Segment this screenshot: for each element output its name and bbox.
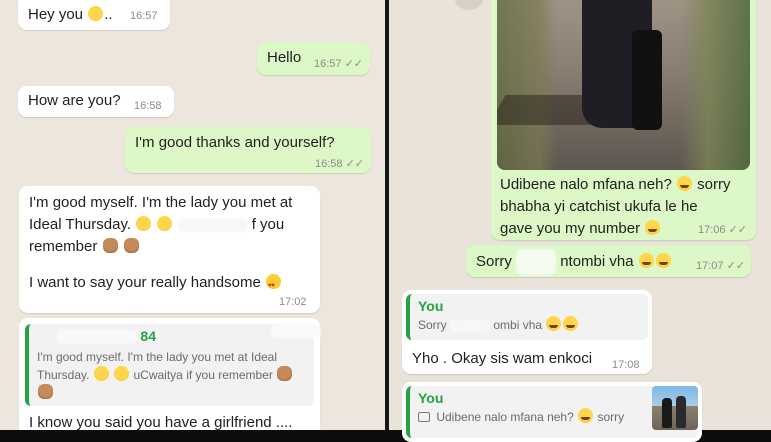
shared-photo[interactable] bbox=[497, 0, 750, 170]
quote-line: uCwaitya if you remember bbox=[133, 368, 273, 383]
message-line: I'm good myself. I'm the lady you met at bbox=[29, 194, 293, 211]
redacted-text bbox=[177, 218, 248, 233]
message-bubble-incoming[interactable]: How are you? 16:58 bbox=[18, 86, 174, 117]
message-bubble-reply[interactable]: 84 I'm good myself. I'm the lady you met… bbox=[19, 318, 321, 430]
message-time: 16:58 bbox=[315, 158, 343, 170]
message-text: Yho . Okay sis wam enkoci bbox=[412, 350, 593, 367]
laughing-tears-icon bbox=[578, 408, 594, 423]
quote-thumbnail bbox=[652, 386, 698, 430]
message-text: I know you said you have a girlfriend ..… bbox=[29, 414, 293, 430]
message-time: 16:58 bbox=[134, 100, 162, 112]
message-text: I'm good thanks and yourself? bbox=[135, 134, 335, 151]
image-caption: Udibene nalo mfana neh? bbox=[500, 176, 672, 193]
message-bubble-outgoing[interactable]: I'm good thanks and yourself? 16:58 ✓✓ bbox=[125, 127, 371, 173]
double-check-icon: ✓✓ bbox=[344, 58, 364, 70]
quote-sender: You bbox=[418, 390, 444, 406]
double-check-icon: ✓✓ bbox=[728, 224, 748, 236]
laughing-tears-icon bbox=[638, 252, 654, 268]
image-caption: gave you my number bbox=[500, 220, 641, 237]
message-bubble-outgoing[interactable]: Sorry ntombi vha 17:07 ✓✓ bbox=[466, 245, 751, 277]
monkey-see-no-evil-icon bbox=[277, 366, 293, 382]
message-text: Hey you bbox=[28, 6, 84, 23]
pleading-face-icon bbox=[136, 216, 152, 231]
quote-line: I'm good myself. I'm the lady you met at… bbox=[37, 350, 278, 365]
message-bubble-incoming[interactable]: Hey you .. 16:57 bbox=[18, 0, 170, 30]
image-caption: sorry bbox=[697, 176, 731, 193]
message-time: 17:06 bbox=[698, 224, 726, 236]
quote-sender: 84 bbox=[140, 328, 156, 344]
redacted-text bbox=[450, 319, 491, 332]
message-time: 16:57 bbox=[314, 58, 342, 70]
redacted-name bbox=[56, 330, 137, 345]
laughing-tears-icon bbox=[655, 252, 671, 268]
monkey-see-no-evil-icon bbox=[123, 238, 139, 253]
laughing-tears-icon bbox=[676, 176, 692, 191]
pleading-face-icon bbox=[157, 216, 173, 231]
redacted-text bbox=[516, 249, 557, 275]
quoted-message[interactable]: 84 I'm good myself. I'm the lady you met… bbox=[25, 324, 314, 406]
message-text: Sorry bbox=[476, 252, 512, 270]
camera-icon bbox=[418, 412, 430, 422]
laughing-tears-icon bbox=[645, 220, 661, 235]
pleading-face-icon bbox=[93, 366, 109, 382]
quote-text: Sorry bbox=[418, 318, 447, 332]
message-bubble-outgoing[interactable]: Hello 16:57 ✓✓ bbox=[257, 42, 370, 75]
image-caption: bhabha yi catchist ukufa le he bbox=[500, 198, 698, 215]
quote-text: Udibene nalo mfana neh? bbox=[436, 410, 574, 424]
quote-line: Thursday. bbox=[37, 368, 90, 383]
laughing-tears-icon bbox=[546, 316, 562, 331]
double-check-icon: ✓✓ bbox=[345, 158, 365, 170]
monkey-see-no-evil-icon bbox=[102, 238, 118, 253]
quote-text: ombi vha bbox=[493, 318, 543, 332]
message-line: f you bbox=[251, 216, 285, 233]
laughing-tears-icon bbox=[563, 316, 579, 331]
redacted-text bbox=[271, 324, 321, 338]
quoted-message[interactable]: You Sorry ombi vha bbox=[406, 294, 648, 340]
message-time: 17:07 bbox=[696, 260, 724, 272]
message-line: Ideal Thursday. bbox=[29, 216, 132, 233]
message-text-suffix: .. bbox=[104, 6, 113, 23]
monkey-see-no-evil-icon bbox=[38, 384, 53, 400]
pleading-face-icon bbox=[114, 366, 130, 382]
quote-text: sorry bbox=[597, 410, 625, 424]
left-chat-panel: Hey you .. 16:57 Hello 16:57 ✓✓ How are … bbox=[0, 0, 385, 430]
message-bubble-incoming[interactable]: I'm good myself. I'm the lady you met at… bbox=[19, 186, 320, 313]
heart-eyes-icon bbox=[265, 274, 281, 297]
message-time: 17:08 bbox=[612, 359, 640, 371]
message-time: 17:02 bbox=[279, 296, 307, 308]
message-line: I want to say your really handsome bbox=[29, 274, 261, 291]
message-line: remember bbox=[29, 238, 98, 255]
message-text: ntombi vha bbox=[560, 252, 634, 270]
message-time: 16:57 bbox=[130, 10, 158, 22]
double-check-icon: ✓✓ bbox=[726, 260, 746, 272]
message-bubble-reply[interactable]: You Sorry ombi vha Yho . Okay sis wam en… bbox=[402, 290, 652, 374]
quote-sender: You bbox=[418, 298, 444, 314]
message-text: How are you? bbox=[28, 92, 121, 109]
pleading-face-icon bbox=[88, 6, 104, 21]
scroll-indicator[interactable] bbox=[455, 0, 483, 10]
message-bubble-reply[interactable]: You Udibene nalo mfana neh? sorry bbox=[402, 382, 702, 442]
message-text: Hello bbox=[267, 49, 302, 66]
